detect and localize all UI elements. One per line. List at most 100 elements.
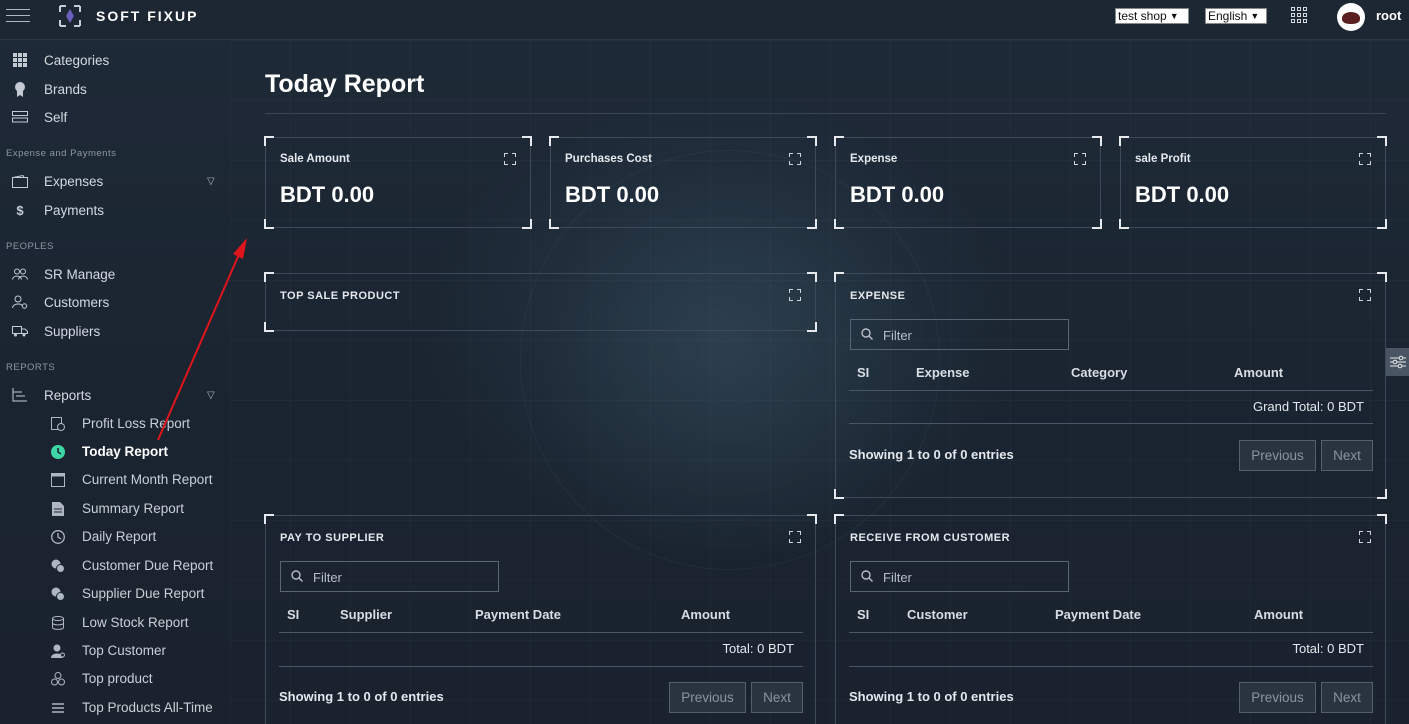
top-bar: SOFT FIXUP test shop ▼ English ▼ root <box>0 0 1409 40</box>
sidebar-item-profit-loss-report[interactable]: Profit Loss Report <box>0 411 230 437</box>
column-header[interactable]: Supplier <box>340 607 392 622</box>
section-header-expense: Expense and Payments <box>6 148 117 159</box>
sidebar-item-payments[interactable]: $ Payments <box>0 197 230 223</box>
apps-grid-icon[interactable] <box>1291 7 1307 23</box>
panel-title: EXPENSE <box>850 290 906 302</box>
column-header[interactable]: SI <box>287 607 299 622</box>
shop-select[interactable]: test shop ▼ <box>1115 8 1189 24</box>
sidebar-item-categories[interactable]: Categories <box>0 47 230 73</box>
clock-icon <box>50 444 66 460</box>
filter-box <box>850 319 1069 350</box>
next-button[interactable]: Next <box>1321 440 1373 471</box>
expand-icon[interactable] <box>789 289 801 301</box>
stat-value: BDT 0.00 <box>280 182 375 207</box>
column-header[interactable]: Payment Date <box>1055 607 1141 622</box>
sidebar-item-top-product[interactable]: Top product <box>0 666 230 692</box>
sidebar-item-reports[interactable]: Reports ▽ <box>0 382 230 408</box>
sidebar-item-customer-due-report[interactable]: Customer Due Report <box>0 553 230 579</box>
sidebar-item-current-month-report[interactable]: Current Month Report <box>0 467 230 493</box>
username[interactable]: root <box>1376 8 1401 23</box>
column-header[interactable]: SI <box>857 607 869 622</box>
expand-icon[interactable] <box>789 153 801 165</box>
previous-button[interactable]: Previous <box>1239 682 1316 713</box>
stat-label: Sale Amount <box>280 153 350 165</box>
sidebar-item-top-products-all-time[interactable]: Top Products All-Time <box>0 695 230 721</box>
truck-icon <box>12 323 28 339</box>
shelf-icon <box>12 109 28 125</box>
sidebar-item-low-stock-report[interactable]: Low Stock Report <box>0 610 230 636</box>
user-icon <box>50 643 66 659</box>
table-divider <box>849 666 1373 667</box>
expand-icon[interactable] <box>1359 289 1371 301</box>
panel-title: TOP SALE PRODUCT <box>280 290 401 302</box>
panel-title: RECEIVE FROM CUSTOMER <box>850 532 1011 544</box>
badge-icon <box>12 81 28 97</box>
caret-down-icon[interactable]: ▽ <box>207 390 215 401</box>
column-header[interactable]: Category <box>1071 365 1127 380</box>
sidebar-item-label: Brands <box>44 81 87 97</box>
expand-icon[interactable] <box>1359 531 1371 543</box>
expand-icon[interactable] <box>789 531 801 543</box>
sidebar-item-daily-report[interactable]: Daily Report <box>0 524 230 550</box>
column-header[interactable]: Customer <box>907 607 968 622</box>
column-header[interactable]: Payment Date <box>475 607 561 622</box>
next-button[interactable]: Next <box>751 682 803 713</box>
column-header[interactable]: Amount <box>1254 607 1303 622</box>
sidebar-item-label: Top product <box>82 671 153 686</box>
expand-icon[interactable] <box>1359 153 1371 165</box>
stat-label: Purchases Cost <box>565 153 652 165</box>
menu-toggle-icon[interactable] <box>6 9 30 25</box>
sidebar-item-summary-report[interactable]: Summary Report <box>0 496 230 522</box>
stat-card-sale-profit: sale Profit BDT 0.00 <box>1119 136 1387 229</box>
column-header[interactable]: Amount <box>681 607 730 622</box>
filter-input[interactable] <box>883 567 1063 587</box>
sidebar-item-supplier-due-report[interactable]: Supplier Due Report <box>0 581 230 607</box>
previous-button[interactable]: Previous <box>1239 440 1316 471</box>
sidebar-item-expenses[interactable]: Expenses ▽ <box>0 168 230 194</box>
sidebar: Categories Brands Self Expense and Payme… <box>0 40 230 724</box>
sidebar-item-label: Top Customer <box>82 643 167 658</box>
language-select[interactable]: English ▼ <box>1205 8 1267 24</box>
filter-input[interactable] <box>313 567 493 587</box>
section-header-peoples: PEOPLES <box>6 241 54 252</box>
previous-button[interactable]: Previous <box>669 682 746 713</box>
avatar[interactable] <box>1337 3 1365 31</box>
page-title: Today Report <box>265 70 425 98</box>
sidebar-item-label: Today Report <box>82 444 169 459</box>
dollar-icon: $ <box>16 202 24 218</box>
sidebar-item-suppliers[interactable]: Suppliers <box>0 318 230 344</box>
table-divider <box>279 632 803 633</box>
chevron-down-icon: ▼ <box>1169 11 1179 21</box>
next-button[interactable]: Next <box>1321 682 1373 713</box>
sidebar-item-brands[interactable]: Brands <box>0 76 230 102</box>
filter-box <box>850 561 1069 592</box>
shop-select-value: test shop <box>1118 9 1167 23</box>
sidebar-item-top-customer[interactable]: Top Customer <box>0 638 230 664</box>
sidebar-item-today-report[interactable]: Today Report <box>0 439 230 465</box>
caret-down-icon[interactable]: ▽ <box>207 176 215 187</box>
column-header[interactable]: Expense <box>916 365 969 380</box>
brand-logo-icon <box>58 4 82 28</box>
sidebar-item-self[interactable]: Self <box>0 104 230 130</box>
sidebar-item-label: Daily Report <box>82 529 157 544</box>
group-icon <box>12 266 28 282</box>
sidebar-item-sr-manage[interactable]: SR Manage <box>0 261 230 287</box>
brand-name[interactable]: SOFT FIXUP <box>96 8 198 24</box>
expand-icon[interactable] <box>1074 153 1086 165</box>
document-icon <box>50 501 66 517</box>
table-divider <box>849 632 1373 633</box>
sidebar-item-label: Summary Report <box>82 501 185 516</box>
column-header[interactable]: SI <box>857 365 869 380</box>
sidebar-item-label: Top Products All-Time <box>82 700 213 715</box>
stat-card-sale-amount: Sale Amount BDT 0.00 <box>264 136 532 229</box>
section-header-reports: REPORTS <box>6 362 56 373</box>
sidebar-item-customers[interactable]: Customers <box>0 289 230 315</box>
total: Total: 0 BDT <box>722 641 794 656</box>
expand-icon[interactable] <box>504 153 516 165</box>
settings-sliders-icon[interactable] <box>1386 348 1409 376</box>
filter-input[interactable] <box>883 325 1063 345</box>
panel-title: PAY TO SUPPLIER <box>280 532 385 544</box>
grid-icon <box>12 52 28 68</box>
database-icon <box>50 615 66 631</box>
column-header[interactable]: Amount <box>1234 365 1283 380</box>
